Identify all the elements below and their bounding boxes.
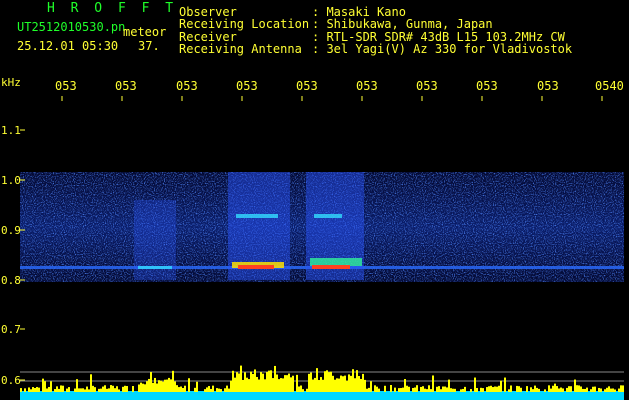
app-title: H R O F F T: [47, 1, 178, 16]
date-time: 25.12.01 05:30: [17, 39, 119, 53]
time-tick-3: 053: [236, 79, 258, 93]
freq-label-0.6: 0.6: [1, 374, 21, 387]
activity-bars: [20, 365, 624, 392]
spectrogram: [20, 96, 624, 400]
meteor-echo-2: [306, 172, 364, 280]
info-antenna: Receiving Antenna: 3el Yagi(V) Az 330 fo…: [179, 42, 573, 57]
info-location: Receiving Location: Shibukawa, Gunma, Ja…: [179, 17, 493, 32]
echo-count: 37.: [138, 39, 160, 53]
station-info: Observer: Masaki Kano Receiving Location…: [179, 6, 572, 56]
freq-label-1.1: 1.1: [1, 124, 21, 137]
meteor-echo-3: [134, 200, 176, 280]
time-tick-6: 053: [416, 79, 438, 93]
time-tick-8: 053: [537, 79, 559, 93]
time-tick-5: 053: [356, 79, 378, 93]
meteor-echo-1: [228, 172, 290, 280]
baseline-strip: [20, 391, 624, 400]
time-tick-4: 053: [296, 79, 318, 93]
freq-label-0.9: 0.9: [1, 224, 21, 237]
time-tick-1: 053: [115, 79, 137, 93]
time-tick-7: 053: [476, 79, 498, 93]
file-name: UT2512010530.pn: [17, 20, 126, 34]
time-tick-2: 053: [176, 79, 198, 93]
freq-label-0.8: 0.8: [1, 274, 21, 287]
time-tick-9: 0540: [595, 79, 624, 93]
time-tick-0: 053: [55, 79, 77, 93]
mode-label: meteor: [123, 25, 167, 39]
time-axis: 053 053 053 053 053 053 053 053 053 0540: [0, 80, 629, 94]
freq-label-1.0: 1.0: [1, 174, 21, 187]
freq-label-0.7: 0.7: [1, 323, 21, 336]
